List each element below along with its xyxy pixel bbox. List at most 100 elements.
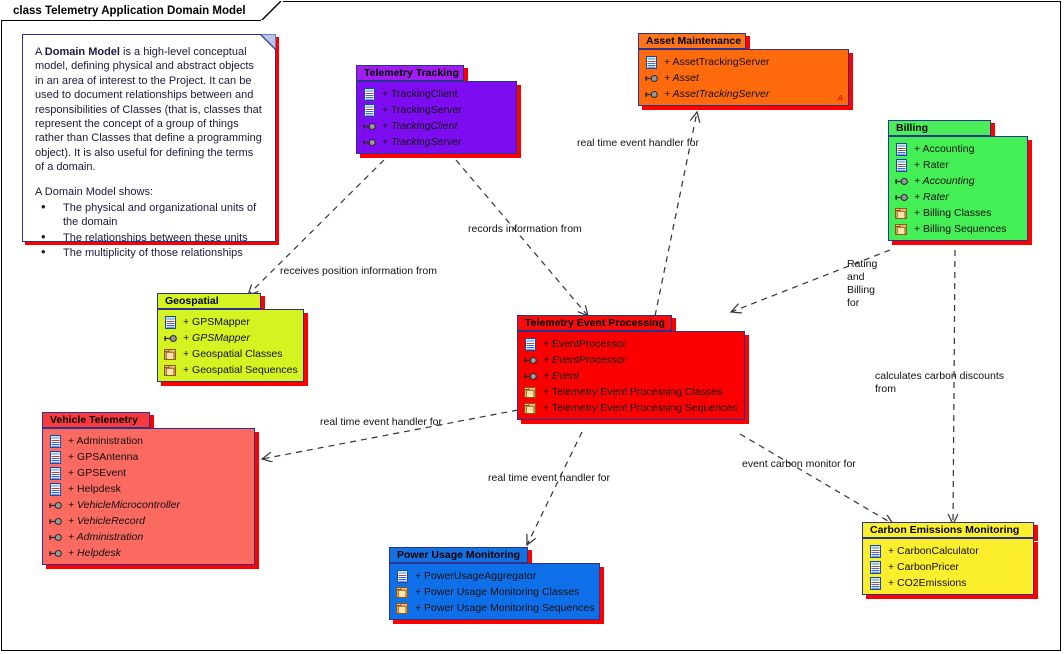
interface-icon — [645, 72, 658, 85]
package-carbon-emissions-monitoring[interactable]: Carbon Emissions Monitoring + CarbonCalcu… — [862, 522, 1040, 601]
package-item-label: + Power Usage Monitoring Sequences — [415, 602, 595, 614]
package-telemetry-tracking[interactable]: Telemetry Tracking + TrackingClient + Trac… — [356, 65, 523, 160]
label-receives-position-information-from: receives position information from — [280, 265, 437, 277]
package-item[interactable]: + TrackingServer — [363, 102, 510, 118]
package-body-billing: + Accounting + Rater + Accounting + Rater + … — [888, 136, 1028, 241]
package-asset-maintenance[interactable]: Asset Maintenance + AssetTrackingServer + … — [638, 33, 855, 112]
label-real-time-event-handler-for-vehicle: real time event handler for — [320, 416, 442, 428]
package-item[interactable]: + Event — [524, 368, 738, 384]
package-telemetry-event-processing[interactable]: Telemetry Event Processing + EventProcess… — [517, 315, 751, 426]
package-item[interactable]: + Power Usage Monitoring Classes — [396, 584, 593, 600]
interface-icon — [164, 332, 177, 345]
package-abstract-marker: A — [837, 94, 843, 103]
package-item[interactable]: + CarbonPricer — [869, 559, 1027, 575]
package-item-label: + Administration — [68, 435, 143, 447]
package-header-telemetry-event-processing[interactable]: Telemetry Event Processing — [517, 315, 672, 331]
package-item[interactable]: + Rater — [895, 157, 1021, 173]
package-vehicle-telemetry[interactable]: Vehicle Telemetry + Administration + GPSAn… — [42, 412, 261, 571]
package-item[interactable]: + TrackingServer — [363, 134, 510, 150]
package-item[interactable]: + Accounting — [895, 173, 1021, 189]
interface-icon — [49, 547, 62, 560]
package-item[interactable]: + VehicleMicrocontroller — [49, 497, 248, 513]
note-bullet-item: The relationships between these units — [35, 230, 263, 245]
interface-icon — [49, 531, 62, 544]
package-item-label: + CarbonPricer — [888, 561, 959, 573]
package-item[interactable]: + Administration — [49, 529, 248, 545]
class-icon — [49, 450, 62, 464]
package-item[interactable]: + CO2Emissions — [869, 575, 1027, 591]
package-billing[interactable]: Billing + Accounting + Rater + Accounting + … — [888, 120, 1034, 247]
class-icon — [524, 337, 537, 351]
package-item-label: + EventProcessor — [543, 354, 627, 366]
package-item-label: + AssetTrackingServer — [664, 88, 770, 100]
interface-icon — [363, 120, 376, 133]
package-item[interactable]: + GPSAntenna — [49, 449, 248, 465]
package-item[interactable]: + Geospatial Sequences — [164, 362, 298, 378]
folder-icon — [396, 602, 409, 615]
interface-icon — [895, 175, 908, 188]
package-item[interactable]: + Accounting — [895, 141, 1021, 157]
package-name: Geospatial — [165, 295, 219, 307]
note-bullet-item: The multiplicity of those relationships — [35, 245, 263, 260]
package-header-asset-maintenance[interactable]: Asset Maintenance — [638, 33, 746, 49]
package-item[interactable]: + AssetTrackingServer — [645, 54, 842, 70]
package-item[interactable]: + Billing Classes — [895, 205, 1021, 221]
package-item[interactable]: + Helpdesk — [49, 481, 248, 497]
package-item-label: + Rater — [914, 159, 949, 171]
note-p1-post: is a high-level conceptual model, defini… — [35, 46, 262, 174]
package-geospatial[interactable]: Geospatial + GPSMapper + GPSMapper + Geospa… — [157, 293, 310, 388]
package-item-label: + Geospatial Sequences — [183, 364, 298, 376]
note-p1-bold: Domain Model — [44, 46, 120, 58]
folder-icon — [524, 402, 537, 415]
package-item[interactable]: + TrackingClient — [363, 86, 510, 102]
package-item[interactable]: + Administration — [49, 433, 248, 449]
package-item[interactable]: + GPSEvent — [49, 465, 248, 481]
package-item[interactable]: + Geospatial Classes — [164, 346, 297, 362]
package-item[interactable]: + Billing Sequences — [895, 221, 1021, 237]
package-item[interactable]: + PowerUsageAggregator — [396, 568, 593, 584]
note-fold-icon — [260, 34, 276, 50]
note-paragraph-2: A Domain Model shows: — [35, 185, 153, 198]
package-item[interactable]: + TrackingClient — [363, 118, 510, 134]
note-bullet-list: The physical and organizational units of… — [35, 200, 263, 261]
package-body-asset-maintenance: + AssetTrackingServer + Asset + AssetTrack… — [638, 49, 849, 106]
class-icon — [895, 158, 908, 172]
package-item[interactable]: + GPSMapper — [164, 314, 297, 330]
class-icon — [49, 466, 62, 480]
package-header-geospatial[interactable]: Geospatial — [157, 293, 261, 309]
package-header-telemetry-tracking[interactable]: Telemetry Tracking — [356, 65, 464, 81]
package-name: Billing — [896, 122, 929, 134]
package-item-label: + Helpdesk — [68, 547, 121, 559]
package-item[interactable]: + VehicleRecord — [49, 513, 248, 529]
package-header-vehicle-telemetry[interactable]: Vehicle Telemetry — [42, 412, 150, 428]
package-item[interactable]: + Telemetry Event Processing Classes — [524, 384, 738, 400]
package-item-label: + Accounting — [914, 175, 975, 187]
package-item[interactable]: + EventProcessor — [524, 352, 738, 368]
package-item[interactable]: + EventProcessor — [524, 336, 738, 352]
package-item[interactable]: + Power Usage Monitoring Sequences — [396, 600, 595, 616]
package-item[interactable]: + AssetTrackingServer — [645, 86, 842, 102]
package-name: Vehicle Telemetry — [50, 414, 138, 426]
package-header-power-usage-monitoring[interactable]: Power Usage Monitoring — [389, 547, 528, 563]
package-item[interactable]: + Rater — [895, 189, 1021, 205]
package-header-carbon-emissions-monitoring[interactable]: Carbon Emissions Monitoring — [862, 522, 1034, 538]
package-header-billing[interactable]: Billing — [888, 120, 991, 136]
package-power-usage-monitoring[interactable]: Power Usage Monitoring + PowerUsageAggreg… — [389, 547, 606, 626]
class-icon — [895, 142, 908, 156]
diagram-canvas: class Telemetry Application Domain Model — [0, 0, 1064, 654]
class-icon — [164, 315, 177, 329]
package-item-label: + VehicleRecord — [68, 515, 145, 527]
package-item-label: + Asset — [664, 72, 699, 84]
package-item[interactable]: + Telemetry Event Processing Sequences — [524, 400, 738, 416]
package-item[interactable]: + CarbonCalculator — [869, 543, 1027, 559]
package-item[interactable]: + Asset — [645, 70, 842, 86]
package-item-label: + VehicleMicrocontroller — [68, 499, 180, 511]
interface-icon — [524, 370, 537, 383]
label-real-time-event-handler-for-asset: real time event handler for — [577, 137, 699, 149]
package-item[interactable]: + Helpdesk — [49, 545, 248, 561]
interface-icon — [49, 499, 62, 512]
package-item[interactable]: + GPSMapper — [164, 330, 297, 346]
package-item-label: + Telemetry Event Processing Classes — [543, 386, 723, 398]
package-item-label: + Administration — [68, 531, 144, 543]
package-name: Telemetry Tracking — [364, 67, 459, 79]
